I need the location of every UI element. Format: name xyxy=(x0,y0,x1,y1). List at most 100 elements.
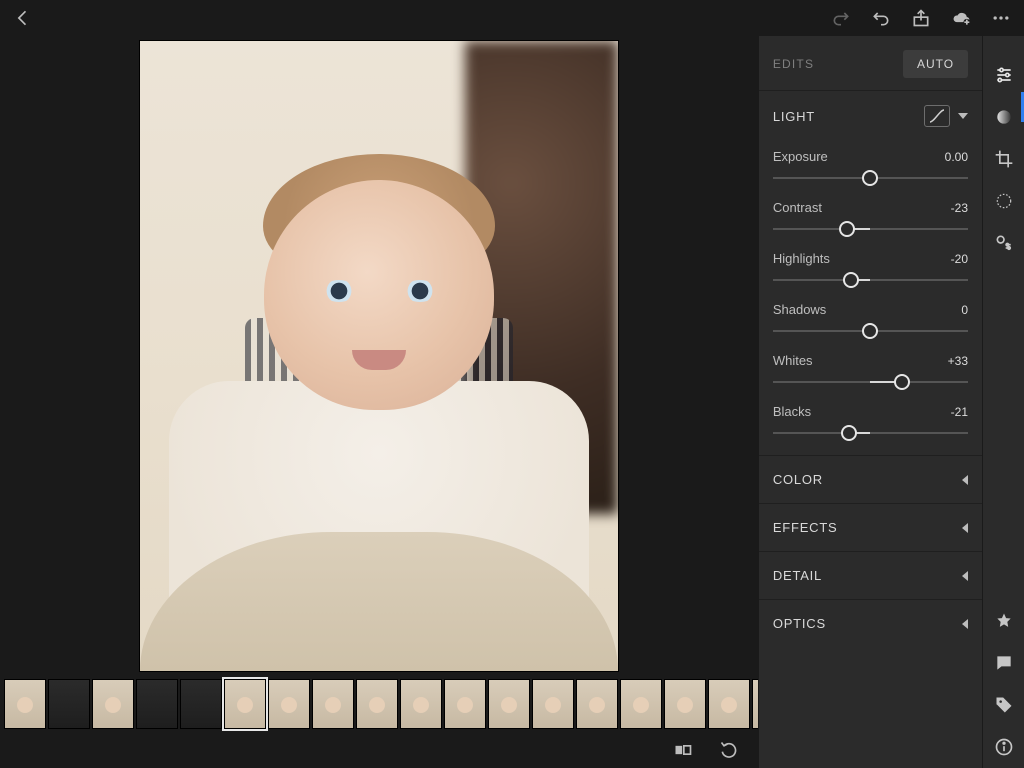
slider-label: Highlights xyxy=(773,251,830,266)
filmstrip[interactable] xyxy=(0,676,758,732)
slider-value: -21 xyxy=(951,405,968,419)
chevron-left-icon xyxy=(962,475,968,485)
section-light-title: LIGHT xyxy=(773,109,815,124)
tone-curve-icon[interactable] xyxy=(924,105,950,127)
panel-header: EDITS AUTO xyxy=(759,36,982,90)
filmstrip-thumb[interactable] xyxy=(136,679,178,729)
slider-whites[interactable]: Whites +33 xyxy=(773,345,968,396)
slider-track[interactable] xyxy=(773,170,968,186)
slider-track[interactable] xyxy=(773,221,968,237)
slider-handle[interactable] xyxy=(862,170,878,186)
tag-icon[interactable] xyxy=(983,684,1024,726)
slider-handle[interactable] xyxy=(839,221,855,237)
filmstrip-thumb[interactable] xyxy=(400,679,442,729)
chevron-left-icon xyxy=(962,571,968,581)
slider-contrast[interactable]: Contrast -23 xyxy=(773,192,968,243)
chevron-left-icon xyxy=(962,523,968,533)
slider-value: 0.00 xyxy=(945,150,968,164)
filmstrip-thumb[interactable] xyxy=(48,679,90,729)
slider-label: Whites xyxy=(773,353,813,368)
filmstrip-thumb[interactable] xyxy=(224,679,266,729)
share-button[interactable] xyxy=(910,7,932,29)
filmstrip-thumb[interactable] xyxy=(180,679,222,729)
filmstrip-thumb[interactable] xyxy=(752,679,758,729)
chevron-left-icon xyxy=(962,619,968,629)
tool-rail xyxy=(982,36,1024,768)
slider-label: Shadows xyxy=(773,302,826,317)
edit-panel: EDITS AUTO LIGHT Exposure 0.00 Contrast -23… xyxy=(758,36,982,768)
undo-button[interactable] xyxy=(870,7,892,29)
auto-button[interactable]: AUTO xyxy=(903,50,968,78)
slider-value: +33 xyxy=(948,354,968,368)
slider-handle[interactable] xyxy=(894,374,910,390)
section-effects-header[interactable]: EFFECTS xyxy=(759,504,982,551)
slider-value: 0 xyxy=(961,303,968,317)
filmstrip-thumb[interactable] xyxy=(488,679,530,729)
gradient-circle-icon[interactable] xyxy=(983,96,1024,138)
info-icon[interactable] xyxy=(983,726,1024,768)
star-icon[interactable] xyxy=(983,600,1024,642)
chevron-down-icon[interactable] xyxy=(958,113,968,119)
slider-label: Blacks xyxy=(773,404,811,419)
section-title: EFFECTS xyxy=(773,520,838,535)
section-title: OPTICS xyxy=(773,616,826,631)
section-title: DETAIL xyxy=(773,568,822,583)
slider-highlights[interactable]: Highlights -20 xyxy=(773,243,968,294)
section-optics-header[interactable]: OPTICS xyxy=(759,600,982,647)
section-detail: DETAIL xyxy=(759,551,982,599)
reset-button[interactable] xyxy=(718,739,740,761)
section-light-header[interactable]: LIGHT xyxy=(759,91,982,141)
more-button[interactable] xyxy=(990,7,1012,29)
canvas-wrap xyxy=(0,36,758,676)
top-toolbar xyxy=(0,0,1024,36)
app-root: EDITS AUTO LIGHT Exposure 0.00 Contrast -23… xyxy=(0,0,1024,768)
filmstrip-thumb[interactable] xyxy=(268,679,310,729)
section-color: COLOR xyxy=(759,455,982,503)
slider-value: -20 xyxy=(951,252,968,266)
filmstrip-thumb[interactable] xyxy=(532,679,574,729)
cloud-sync-button[interactable] xyxy=(950,7,972,29)
healing-brush-icon[interactable] xyxy=(983,180,1024,222)
edits-label: EDITS xyxy=(773,57,814,71)
section-effects: EFFECTS xyxy=(759,503,982,551)
filmstrip-thumb[interactable] xyxy=(444,679,486,729)
bottom-tools xyxy=(0,732,758,768)
slider-track[interactable] xyxy=(773,323,968,339)
filmstrip-thumb[interactable] xyxy=(664,679,706,729)
section-detail-header[interactable]: DETAIL xyxy=(759,552,982,599)
slider-handle[interactable] xyxy=(841,425,857,441)
slider-blacks[interactable]: Blacks -21 xyxy=(773,396,968,447)
photo-preview[interactable] xyxy=(139,40,619,672)
slider-track[interactable] xyxy=(773,374,968,390)
filmstrip-thumb[interactable] xyxy=(620,679,662,729)
main-area: EDITS AUTO LIGHT Exposure 0.00 Contrast -23… xyxy=(0,36,1024,768)
filmstrip-thumb[interactable] xyxy=(708,679,750,729)
comment-icon[interactable] xyxy=(983,642,1024,684)
canvas-column xyxy=(0,36,758,768)
slider-label: Exposure xyxy=(773,149,828,164)
slider-track[interactable] xyxy=(773,425,968,441)
slider-value: -23 xyxy=(951,201,968,215)
section-color-header[interactable]: COLOR xyxy=(759,456,982,503)
section-title: COLOR xyxy=(773,472,823,487)
before-after-button[interactable] xyxy=(672,739,694,761)
slider-handle[interactable] xyxy=(843,272,859,288)
slider-handle[interactable] xyxy=(862,323,878,339)
slider-track[interactable] xyxy=(773,272,968,288)
slider-shadows[interactable]: Shadows 0 xyxy=(773,294,968,345)
filmstrip-thumb[interactable] xyxy=(356,679,398,729)
light-sliders: Exposure 0.00 Contrast -23 Highlights -20 Shad… xyxy=(759,141,982,455)
local-adjust-icon[interactable] xyxy=(983,222,1024,264)
section-optics: OPTICS xyxy=(759,599,982,647)
slider-exposure[interactable]: Exposure 0.00 xyxy=(773,141,968,192)
section-light: LIGHT Exposure 0.00 Contrast -23 Highlights -… xyxy=(759,90,982,455)
filmstrip-thumb[interactable] xyxy=(576,679,618,729)
redo-button[interactable] xyxy=(830,7,852,29)
slider-label: Contrast xyxy=(773,200,822,215)
back-button[interactable] xyxy=(12,7,34,29)
filmstrip-thumb[interactable] xyxy=(4,679,46,729)
adjust-sliders-icon[interactable] xyxy=(983,54,1024,96)
filmstrip-thumb[interactable] xyxy=(92,679,134,729)
crop-icon[interactable] xyxy=(983,138,1024,180)
filmstrip-thumb[interactable] xyxy=(312,679,354,729)
